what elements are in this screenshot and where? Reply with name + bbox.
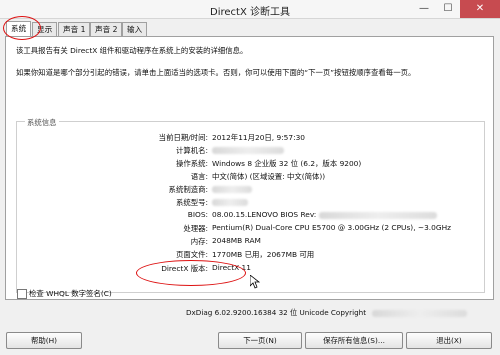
save-all-info-button[interactable]: 保存所有信息(S)... [305, 332, 403, 349]
minimize-button[interactable]: — [412, 0, 436, 18]
version-copyright-text: DxDiag 6.02.9200.16384 32 位 Unicode Copy… [186, 308, 468, 318]
info-value-redacted [212, 145, 284, 154]
info-row-processor: 处理器: Pentium(R) Dual-Core CPU E5700 @ 3.… [17, 223, 484, 234]
info-value: 中文(简体) (区域设置: 中文(简体)) [212, 172, 326, 181]
info-label: 处理器: [183, 224, 208, 233]
redacted-blur [372, 309, 468, 317]
info-value-redacted [212, 197, 248, 206]
mouse-cursor-icon [250, 275, 260, 289]
info-label: 当前日期/时间: [158, 133, 208, 142]
redacted-blur [212, 185, 252, 193]
info-row-pagefile: 页面文件: 1770MB 已用，2067MB 可用 [17, 249, 484, 260]
tab-sound-2[interactable]: 声音 2 [90, 22, 123, 36]
title-bar: DirectX 诊断工具 — ☐ ✕ [0, 0, 500, 19]
maximize-button[interactable]: ☐ [436, 0, 460, 18]
info-label: BIOS: [187, 210, 208, 219]
info-value: 2048MB RAM [212, 236, 261, 245]
intro-line-2: 如果你知道是哪个部分引起的错误，请单击上面适当的选项卡。否则，你可以使用下面的“… [16, 68, 416, 77]
info-value: 2012年11月20日, 9:57:30 [212, 133, 305, 142]
system-info-title: 系统信息 [25, 117, 59, 128]
tab-system[interactable]: 系统 [6, 21, 32, 36]
info-value-redacted [212, 184, 252, 193]
next-page-button[interactable]: 下一页(N) [218, 332, 302, 349]
info-label: 系统型号: [175, 198, 208, 207]
info-label: 内存: [190, 237, 208, 246]
tab-input[interactable]: 输入 [122, 22, 148, 36]
info-value: DirectX 11 [212, 263, 251, 272]
info-label: 计算机名: [175, 146, 208, 155]
exit-button[interactable]: 退出(X) [406, 332, 492, 349]
tab-display[interactable]: 显示 [32, 22, 58, 36]
info-row-manufacturer: 系统制造商: [17, 184, 484, 195]
info-label: 语言: [190, 172, 208, 181]
info-value: Windows 8 企业版 32 位 (6.2，版本 9200) [212, 159, 362, 168]
close-button[interactable]: ✕ [460, 0, 500, 18]
info-row-model: 系统型号: [17, 197, 484, 208]
system-info-group: 系统信息 当前日期/时间: 2012年11月20日, 9:57:30 计算机名:… [16, 117, 485, 293]
info-value: 1770MB 已用，2067MB 可用 [212, 250, 315, 259]
info-value: Pentium(R) Dual-Core CPU E5700 @ 3.00GHz… [212, 223, 452, 232]
system-tab-panel: 该工具报告有关 DirectX 组件和驱动程序在系统上的安装的详细信息。 如果你… [5, 36, 494, 300]
info-label: 页面文件: [175, 250, 208, 259]
info-row-memory: 内存: 2048MB RAM [17, 236, 484, 247]
intro-line-1: 该工具报告有关 DirectX 组件和驱动程序在系统上的安装的详细信息。 [16, 46, 248, 55]
version-text: DxDiag 6.02.9200.16384 32 位 Unicode Copy… [186, 308, 367, 317]
help-button[interactable]: 帮助(H) [6, 332, 82, 349]
tab-sound-1[interactable]: 声音 1 [58, 22, 91, 36]
whql-checkbox[interactable] [17, 289, 27, 299]
info-row-os: 操作系统: Windows 8 企业版 32 位 (6.2，版本 9200) [17, 158, 484, 169]
bios-value-text: 08.00.15.LENOVO BIOS Rev: [212, 210, 317, 219]
info-value: 08.00.15.LENOVO BIOS Rev: [212, 210, 437, 219]
info-label: 操作系统: [175, 159, 208, 168]
info-row-computer-name: 计算机名: [17, 145, 484, 156]
info-label: 系统制造商: [168, 185, 208, 194]
info-row-bios: BIOS: 08.00.15.LENOVO BIOS Rev: [17, 210, 484, 221]
info-row-datetime: 当前日期/时间: 2012年11月20日, 9:57:30 [17, 132, 484, 143]
redacted-blur [212, 198, 248, 206]
redacted-blur [318, 211, 437, 219]
info-row-language: 语言: 中文(简体) (区域设置: 中文(简体)) [17, 171, 484, 182]
info-label: DirectX 版本: [161, 264, 208, 273]
redacted-blur [212, 146, 284, 154]
info-row-directx-version: DirectX 版本: DirectX 11 [17, 263, 484, 274]
whql-checkbox-label[interactable]: 检查 WHQL 数字签名(C) [29, 288, 112, 299]
